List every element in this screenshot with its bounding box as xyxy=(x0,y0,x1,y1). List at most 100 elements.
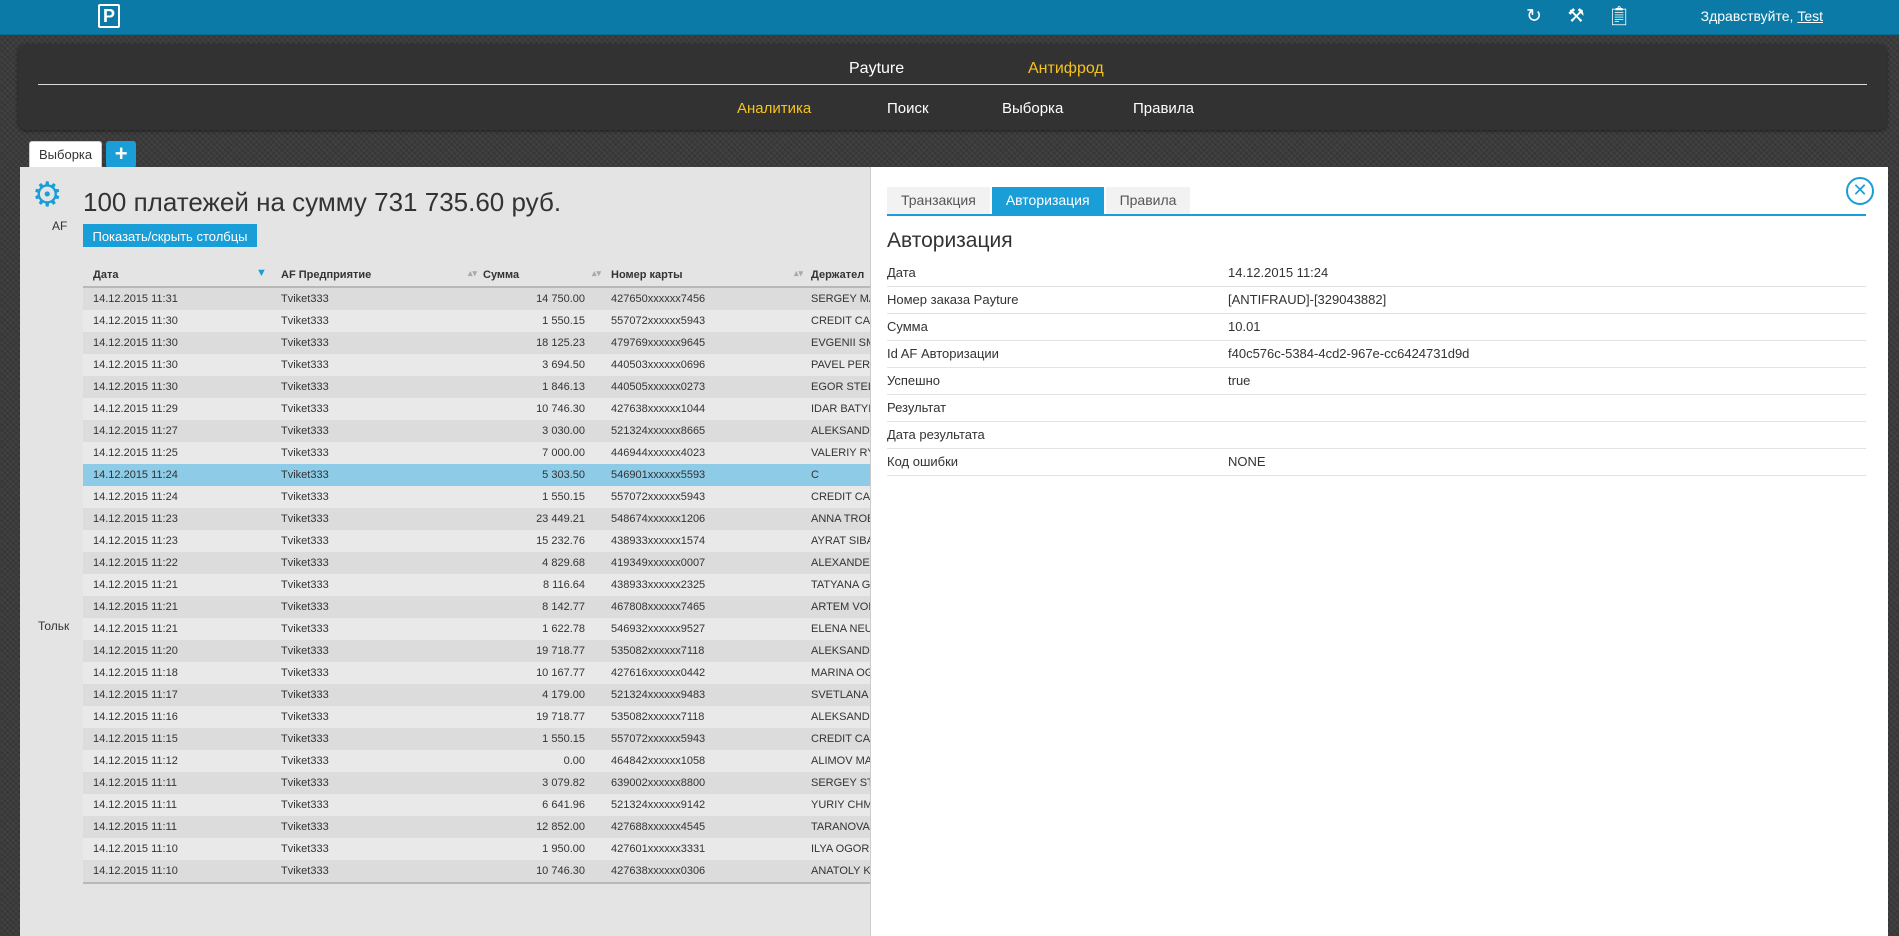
payments-summary: 100 платежей на сумму 731 735.60 руб. xyxy=(83,187,562,217)
tab-transaction[interactable]: Транзакция xyxy=(887,187,990,214)
cell-merchant: Tviket333 xyxy=(281,469,329,481)
cell-date: 14.12.2015 11:30 xyxy=(93,381,178,393)
cell-card: 521324xxxxxx9142 xyxy=(611,799,706,811)
table-row[interactable]: 14.12.2015 11:23 Tviket333 23 449.21 548674… xyxy=(83,508,903,530)
detail-title: Авторизация xyxy=(887,229,1013,252)
nav-payture[interactable]: Payture xyxy=(849,60,904,78)
add-tab-button[interactable]: + xyxy=(106,141,137,168)
col-merchant[interactable]: AF Предприятие xyxy=(281,269,371,281)
cell-merchant: Tviket333 xyxy=(281,557,329,569)
cell-date: 14.12.2015 11:10 xyxy=(93,843,178,855)
col-date[interactable]: Дата xyxy=(93,269,118,281)
table-row[interactable]: 14.12.2015 11:30 Tviket333 1 550.15 557072x… xyxy=(83,310,903,332)
tools-icon[interactable]: ⚒ xyxy=(1565,6,1587,28)
table-row[interactable]: 14.12.2015 11:11 Tviket333 3 079.82 639002x… xyxy=(83,772,903,794)
cell-card: 557072xxxxxx5943 xyxy=(611,733,706,745)
table-row[interactable]: 14.12.2015 11:24 Tviket333 1 550.15 557072x… xyxy=(83,486,903,508)
table-row[interactable]: 14.12.2015 11:17 Tviket333 4 179.00 521324x… xyxy=(83,684,903,706)
cell-date: 14.12.2015 11:11 xyxy=(93,777,178,789)
cell-sum: 1 950.00 xyxy=(542,843,585,855)
nav-antifraud[interactable]: Антифрод xyxy=(1028,60,1104,78)
nav-search[interactable]: Поиск xyxy=(887,100,929,117)
sort-icon[interactable]: ▴▾ xyxy=(592,268,601,279)
cell-merchant: Tviket333 xyxy=(281,381,329,393)
table-row[interactable]: 14.12.2015 11:23 Tviket333 15 232.76 438933… xyxy=(83,530,903,552)
detail-label: Код ошибки xyxy=(887,454,959,469)
cell-sum: 3 030.00 xyxy=(542,425,585,437)
payture-logo[interactable]: P xyxy=(98,4,120,28)
detail-panel: ✕ Транзакция Авторизация Правила Авториз… xyxy=(870,167,1888,936)
username-link[interactable]: Test xyxy=(1797,8,1823,24)
cell-date: 14.12.2015 11:10 xyxy=(93,865,178,877)
cell-card: 557072xxxxxx5943 xyxy=(611,315,706,327)
cell-card: 535082xxxxxx7118 xyxy=(611,645,705,657)
cell-merchant: Tviket333 xyxy=(281,579,329,591)
clipboard-icon[interactable]: 📋︎ xyxy=(1607,6,1631,28)
table-row[interactable]: 14.12.2015 11:21 Tviket333 1 622.78 546932x… xyxy=(83,618,903,640)
cell-merchant: Tviket333 xyxy=(281,513,329,525)
table-row[interactable]: 14.12.2015 11:12 Tviket333 0.00 464842xxxxx… xyxy=(83,750,903,772)
col-sum[interactable]: Сумма xyxy=(483,269,519,281)
table-row[interactable]: 14.12.2015 11:16 Tviket333 19 718.77 535082… xyxy=(83,706,903,728)
cell-date: 14.12.2015 11:27 xyxy=(93,425,178,437)
table-row[interactable]: 14.12.2015 11:30 Tviket333 1 846.13 440505x… xyxy=(83,376,903,398)
detail-fields: Дата 14.12.2015 11:24 Номер заказа Payture… xyxy=(887,260,1866,476)
sort-icon[interactable]: ▴▾ xyxy=(794,268,803,279)
tab-authorization[interactable]: Авторизация xyxy=(991,187,1104,214)
col-holder[interactable]: Держател xyxy=(811,269,864,281)
detail-row: Сумма 10.01 xyxy=(887,314,1866,341)
payments-table: Дата ▼ AF Предприятие ▴▾ Сумма ▴▾ Номер … xyxy=(83,264,903,884)
tab-rules[interactable]: Правила xyxy=(1105,187,1191,214)
table-row[interactable]: 14.12.2015 11:30 Tviket333 18 125.23 479769… xyxy=(83,332,903,354)
cell-merchant: Tviket333 xyxy=(281,777,329,789)
table-row[interactable]: 14.12.2015 11:10 Tviket333 10 746.30 427638… xyxy=(83,860,903,882)
cell-date: 14.12.2015 11:23 xyxy=(93,535,178,547)
table-row[interactable]: 14.12.2015 11:27 Tviket333 3 030.00 521324x… xyxy=(83,420,903,442)
table-row[interactable]: 14.12.2015 11:18 Tviket333 10 167.77 427616… xyxy=(83,662,903,684)
table-row[interactable]: 14.12.2015 11:29 Tviket333 10 746.30 427638… xyxy=(83,398,903,420)
cell-sum: 5 303.50 xyxy=(542,469,585,481)
toggle-columns-button[interactable]: Показать/скрыть столбцы xyxy=(83,224,257,247)
table-footer-line xyxy=(83,882,903,884)
nav-top-row: Payture Антифрод xyxy=(18,54,1887,82)
detail-value: [ANTIFRAUD]-[329043882] xyxy=(1228,292,1387,307)
cell-card: 427638xxxxxx0306 xyxy=(611,865,706,877)
table-row[interactable]: 14.12.2015 11:30 Tviket333 3 694.50 440503x… xyxy=(83,354,903,376)
table-row[interactable]: 14.12.2015 11:11 Tviket333 6 641.96 521324x… xyxy=(83,794,903,816)
table-row[interactable]: 14.12.2015 11:21 Tviket333 8 142.77 467808x… xyxy=(83,596,903,618)
nav-selection[interactable]: Выборка xyxy=(1002,100,1063,117)
cell-date: 14.12.2015 11:21 xyxy=(93,623,178,635)
detail-row: Дата 14.12.2015 11:24 xyxy=(887,260,1866,287)
cell-date: 14.12.2015 11:31 xyxy=(93,293,178,305)
nav-rules[interactable]: Правила xyxy=(1133,100,1194,117)
table-row[interactable]: 14.12.2015 11:11 Tviket333 12 852.00 427688… xyxy=(83,816,903,838)
cell-merchant: Tviket333 xyxy=(281,689,329,701)
sort-desc-icon[interactable]: ▼ xyxy=(256,267,267,279)
nav-analytics[interactable]: Аналитика xyxy=(737,100,811,117)
table-header: Дата ▼ AF Предприятие ▴▾ Сумма ▴▾ Номер … xyxy=(83,264,903,288)
table-row[interactable]: 14.12.2015 11:15 Tviket333 1 550.15 557072x… xyxy=(83,728,903,750)
table-row[interactable]: 14.12.2015 11:25 Tviket333 7 000.00 446944x… xyxy=(83,442,903,464)
table-row[interactable]: 14.12.2015 11:21 Tviket333 8 116.64 438933x… xyxy=(83,574,903,596)
col-card[interactable]: Номер карты xyxy=(611,269,683,281)
cell-sum: 1 550.15 xyxy=(542,315,585,327)
cell-sum: 1 550.15 xyxy=(542,733,585,745)
detail-value: 10.01 xyxy=(1228,319,1261,334)
table-row[interactable]: 14.12.2015 11:31 Tviket333 14 750.00 427650… xyxy=(83,288,903,310)
detail-label: Сумма xyxy=(887,319,928,334)
cell-card: 464842xxxxxx1058 xyxy=(611,755,706,767)
gear-icon[interactable]: ⚙︎ xyxy=(32,178,64,212)
cell-merchant: Tviket333 xyxy=(281,293,329,305)
cell-date: 14.12.2015 11:11 xyxy=(93,799,178,811)
detail-row: Дата результата xyxy=(887,422,1866,449)
table-row[interactable]: 14.12.2015 11:24 Tviket333 5 303.50 546901x… xyxy=(83,464,903,486)
table-row[interactable]: 14.12.2015 11:10 Tviket333 1 950.00 427601x… xyxy=(83,838,903,860)
table-row[interactable]: 14.12.2015 11:20 Tviket333 19 718.77 535082… xyxy=(83,640,903,662)
cell-merchant: Tviket333 xyxy=(281,733,329,745)
refresh-icon[interactable]: ↻ xyxy=(1523,6,1545,28)
tab-selection[interactable]: Выборка xyxy=(29,141,103,168)
cell-sum: 15 232.76 xyxy=(536,535,585,547)
cell-merchant: Tviket333 xyxy=(281,799,329,811)
table-row[interactable]: 14.12.2015 11:22 Tviket333 4 829.68 419349x… xyxy=(83,552,903,574)
sort-icon[interactable]: ▴▾ xyxy=(468,268,477,279)
